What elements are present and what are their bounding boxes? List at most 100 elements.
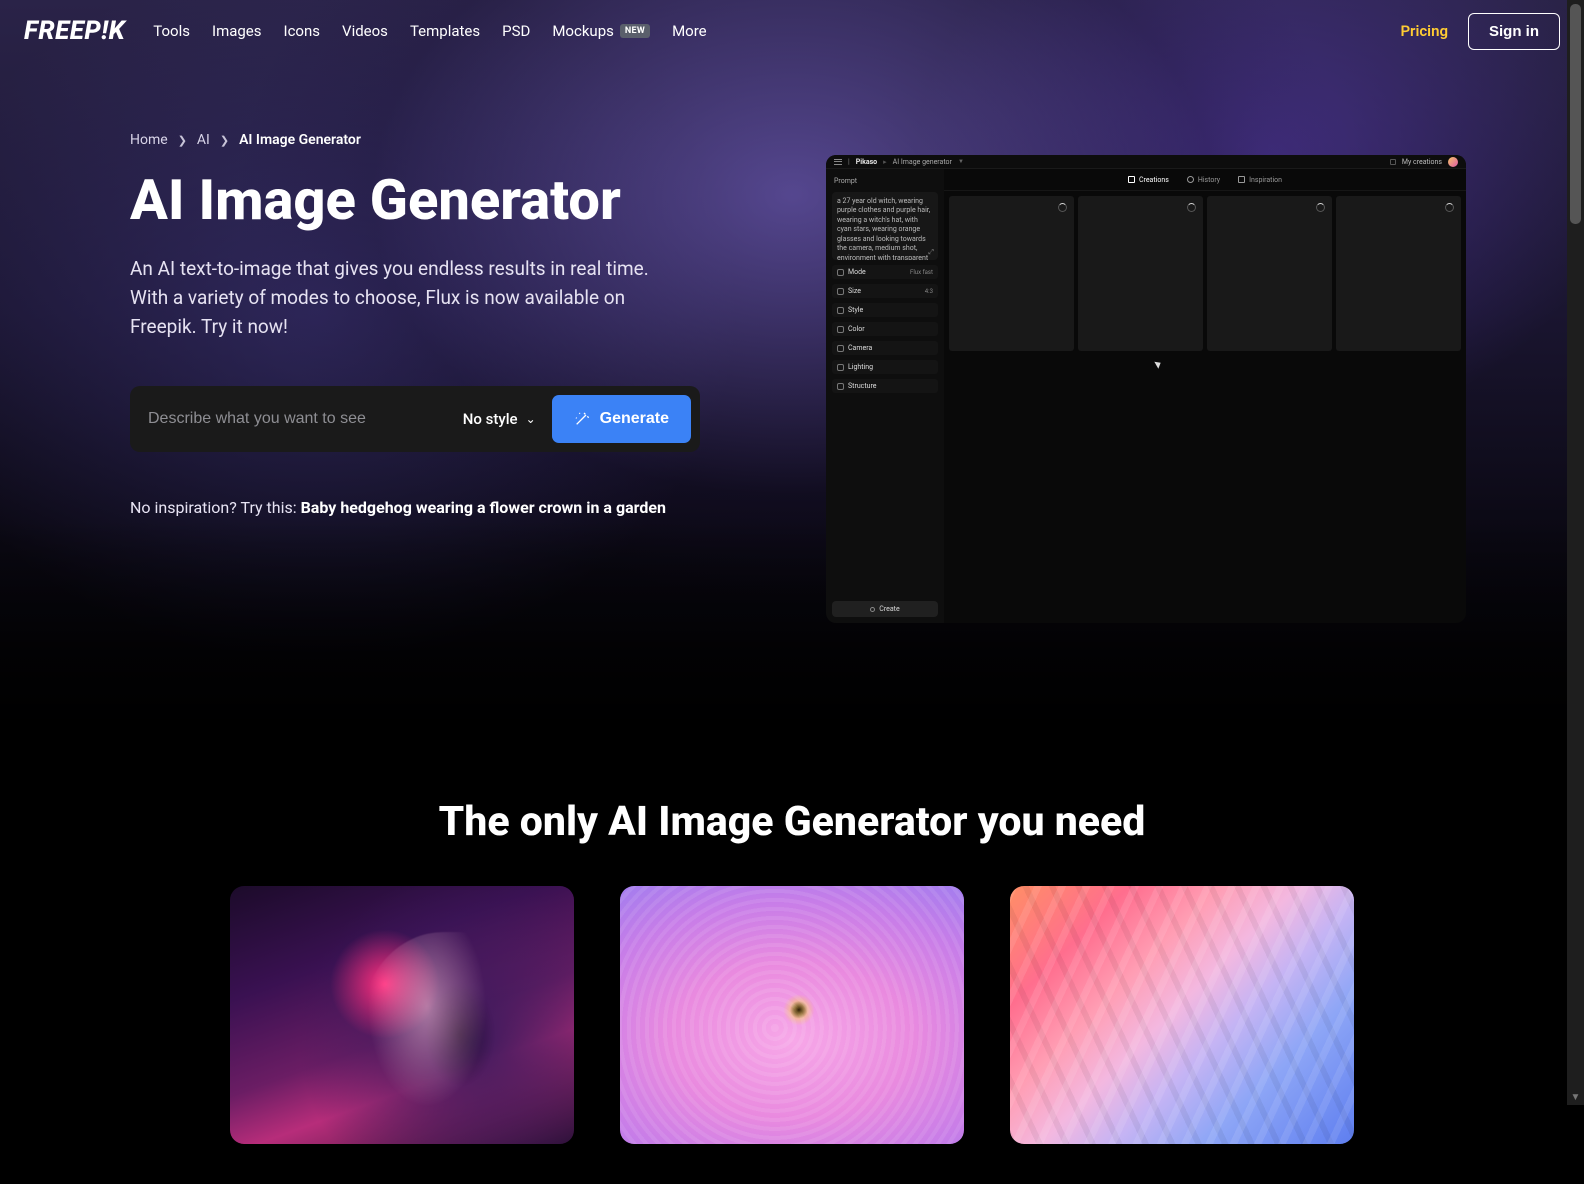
breadcrumb: Home ❯ AI ❯ AI Image Generator (130, 132, 730, 148)
logo[interactable]: FREEP!K (24, 16, 125, 46)
side-row-lighting[interactable]: Lighting (832, 360, 938, 374)
crumb-current: AI Image Generator (239, 132, 361, 148)
generation-grid (944, 191, 1466, 356)
prompt-input[interactable] (148, 410, 447, 428)
generation-cell[interactable] (1336, 196, 1461, 351)
side-row-label: Size (848, 287, 861, 295)
tab-inspiration[interactable]: Inspiration (1238, 176, 1282, 184)
side-row-label: Camera (848, 344, 872, 352)
structure-icon (837, 383, 844, 390)
mode-icon (837, 269, 844, 276)
suggestion-link[interactable]: Baby hedgehog wearing a flower crown in … (301, 498, 666, 517)
tab-creations[interactable]: Creations (1128, 176, 1169, 184)
scroll-down-icon[interactable]: ▼ (1567, 1089, 1584, 1105)
create-button[interactable]: Create (832, 601, 938, 617)
cursor-icon (1156, 360, 1164, 370)
pricing-link[interactable]: Pricing (1400, 22, 1448, 40)
nav-more[interactable]: More (672, 22, 707, 40)
bulb-icon (1238, 176, 1245, 183)
prompt-textarea[interactable]: a 27 year old witch, wearing purple clot… (832, 192, 938, 260)
grid-icon (1128, 176, 1135, 183)
spinner-icon (1187, 203, 1196, 212)
chevron-down-icon: ⌄ (526, 412, 536, 426)
nav-templates[interactable]: Templates (410, 22, 480, 40)
top-nav: FREEP!K Tools Images Icons Videos Templa… (0, 0, 1584, 62)
app-tabs: Creations History Inspiration (944, 169, 1466, 191)
side-row-value: 4:3 (925, 288, 933, 295)
chevron-right-icon: ❯ (220, 134, 229, 147)
prompt-label: Prompt (834, 177, 938, 185)
nav-tools[interactable]: Tools (153, 22, 190, 40)
style-select[interactable]: No style ⌄ (447, 410, 552, 428)
side-row-color[interactable]: Color (832, 322, 938, 336)
nav-videos[interactable]: Videos (342, 22, 388, 40)
tab-label: History (1198, 176, 1220, 184)
hamburger-icon[interactable] (834, 159, 842, 165)
badge-new: NEW (620, 24, 650, 38)
nav-icons[interactable]: Icons (284, 22, 321, 40)
nav-mockups[interactable]: Mockups NEW (552, 22, 650, 40)
nav-images[interactable]: Images (212, 22, 262, 40)
card-row (0, 886, 1584, 1144)
side-row-mode[interactable]: Mode Flux fast (832, 265, 938, 279)
side-row-label: Structure (848, 382, 877, 390)
example-card-snake[interactable] (620, 886, 964, 1144)
section-only-generator: The only AI Image Generator you need (0, 780, 1584, 1184)
nav-mockups-label: Mockups (552, 22, 614, 40)
suggestion-lead: No inspiration? Try this: (130, 498, 301, 517)
example-card-feathers[interactable] (1010, 886, 1354, 1144)
page-title: AI Image Generator (130, 170, 730, 232)
color-icon (837, 326, 844, 333)
spinner-icon (1316, 203, 1325, 212)
side-row-size[interactable]: Size 4:3 (832, 284, 938, 298)
side-row-label: Lighting (848, 363, 873, 371)
lighting-icon (837, 364, 844, 371)
side-row-label: Color (848, 325, 865, 333)
prompt-bar: No style ⌄ Generate (130, 386, 700, 452)
crumb-home[interactable]: Home (130, 132, 168, 148)
suggestion-line: No inspiration? Try this: Baby hedgehog … (130, 498, 730, 517)
nav-psd[interactable]: PSD (502, 22, 530, 40)
grid-icon[interactable] (1390, 159, 1396, 165)
page-subtitle: An AI text-to-image that gives you endle… (130, 254, 690, 342)
clock-icon (1187, 176, 1194, 183)
chevron-down-icon[interactable]: ▼ (958, 158, 964, 165)
side-row-label: Style (848, 306, 863, 314)
side-row-label: Mode (848, 268, 866, 276)
section-title: The only AI Image Generator you need (0, 798, 1584, 846)
app-brand[interactable]: Pikaso (856, 158, 877, 166)
tab-label: Creations (1139, 176, 1169, 184)
spinner-icon (1058, 203, 1067, 212)
side-row-value: Flux fast (910, 269, 933, 276)
sparkle-icon (870, 607, 875, 612)
tab-history[interactable]: History (1187, 176, 1220, 184)
camera-icon (837, 345, 844, 352)
nav-links: Tools Images Icons Videos Templates PSD … (153, 22, 706, 40)
create-button-label: Create (879, 605, 899, 613)
side-row-structure[interactable]: Structure (832, 379, 938, 393)
app-main: Creations History Inspiration (944, 169, 1466, 623)
spinner-icon (1445, 203, 1454, 212)
signin-button[interactable]: Sign in (1468, 13, 1560, 50)
prompt-text: a 27 year old witch, wearing purple clot… (837, 197, 930, 260)
avatar[interactable] (1448, 157, 1458, 167)
generate-button-label: Generate (600, 410, 669, 428)
side-row-style[interactable]: Style (832, 303, 938, 317)
chevron-right-icon: ❯ (178, 134, 187, 147)
generation-cell[interactable] (949, 196, 1074, 351)
generate-button[interactable]: Generate (552, 395, 691, 443)
size-icon (837, 288, 844, 295)
app-crumb[interactable]: AI Image generator (893, 158, 952, 166)
app-preview: | Pikaso ▸ AI Image generator ▼ My creat… (826, 155, 1466, 623)
my-creations-link[interactable]: My creations (1402, 158, 1442, 166)
expand-icon[interactable]: ⤢ (928, 248, 934, 257)
app-side-panel: Prompt a 27 year old witch, wearing purp… (826, 169, 944, 623)
crumb-ai[interactable]: AI (197, 132, 210, 148)
style-select-label: No style (463, 410, 518, 428)
side-row-camera[interactable]: Camera (832, 341, 938, 355)
generation-cell[interactable] (1207, 196, 1332, 351)
wand-icon (574, 411, 590, 427)
example-card-cyborg[interactable] (230, 886, 574, 1144)
generation-cell[interactable] (1078, 196, 1203, 351)
style-icon (837, 307, 844, 314)
